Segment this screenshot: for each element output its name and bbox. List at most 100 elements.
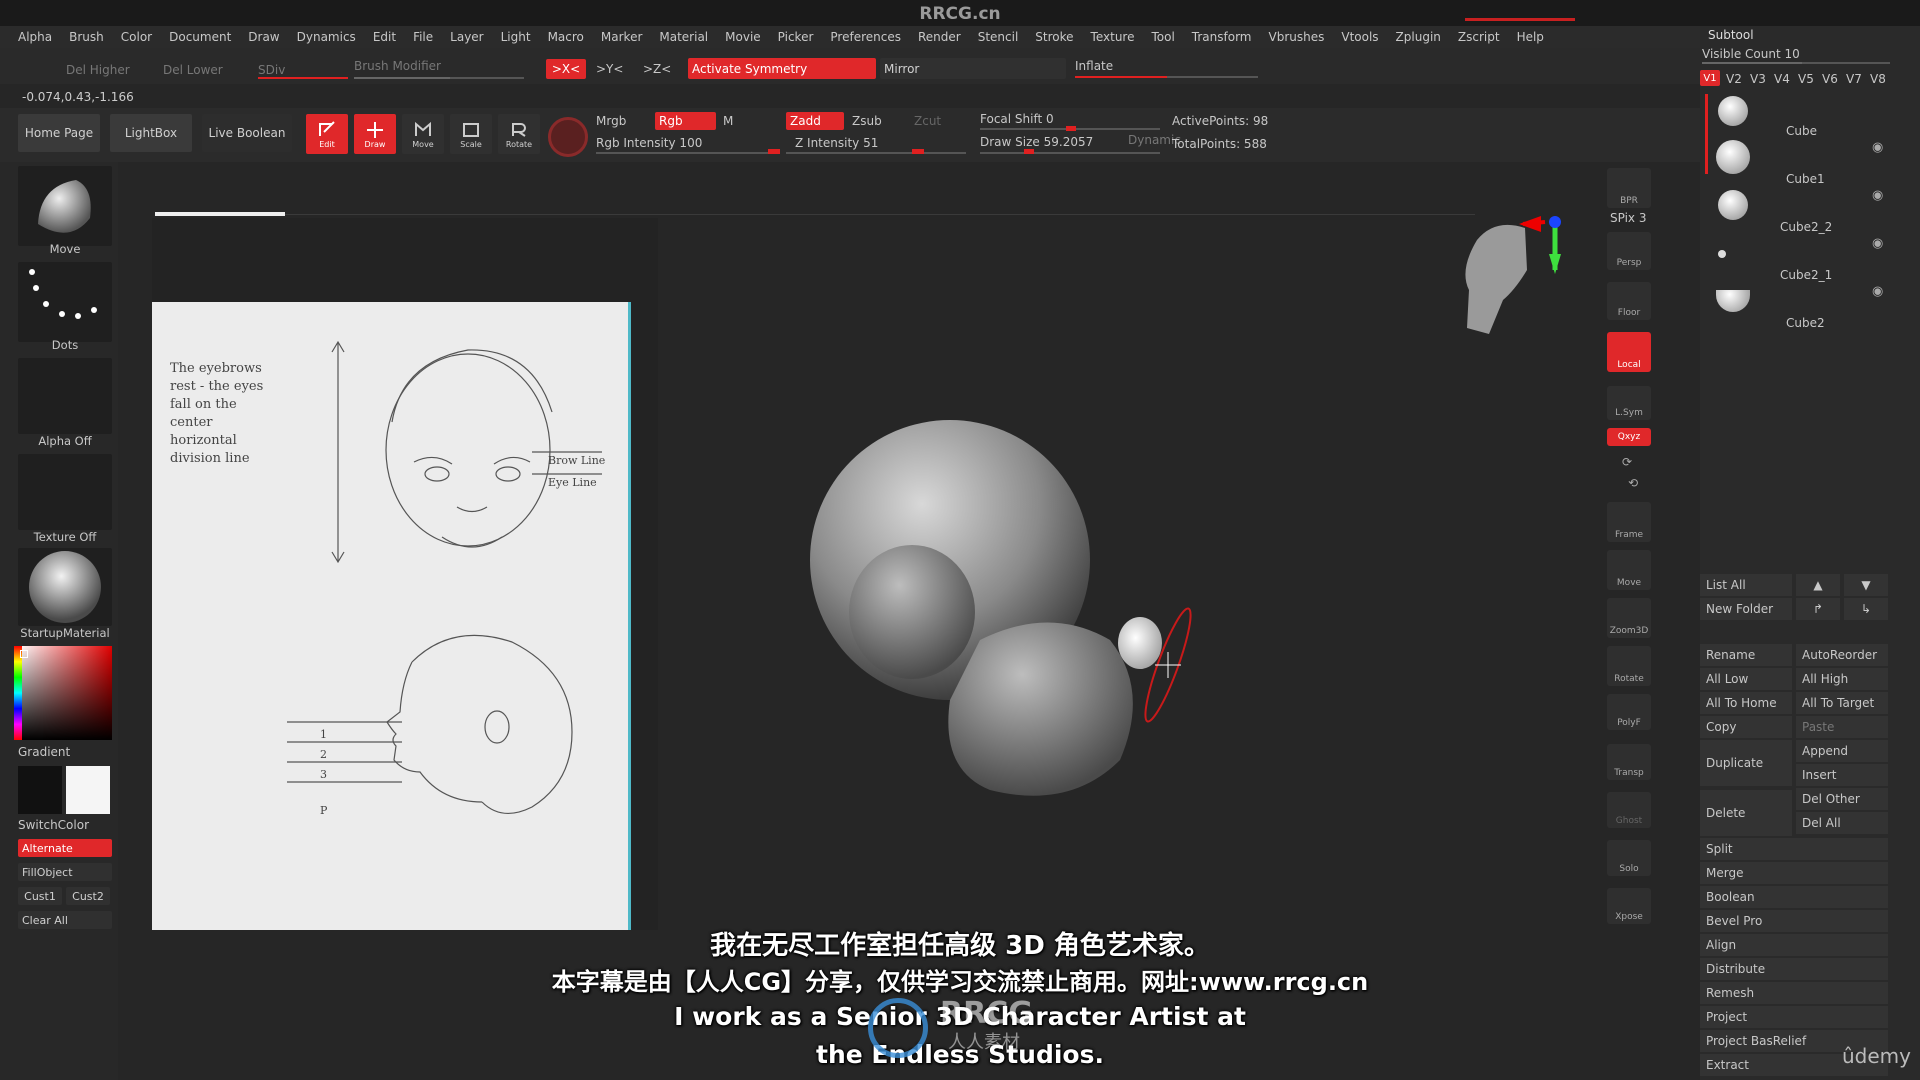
subtool-header[interactable]: Subtool	[1708, 28, 1754, 42]
zadd-button[interactable]: Zadd	[786, 112, 844, 130]
menu-preferences[interactable]: Preferences	[830, 30, 901, 44]
visible-count-slider[interactable]: Visible Count 10	[1702, 47, 1800, 61]
del-lower-button[interactable]: Del Lower	[163, 63, 223, 77]
edit-mode-button[interactable]: Edit	[306, 114, 348, 154]
focal-shift-handle[interactable]	[1066, 126, 1076, 131]
arrow-up-icon[interactable]: ▲	[1796, 574, 1840, 596]
inflate-track[interactable]	[1075, 76, 1258, 78]
brush-thumbnail[interactable]	[18, 166, 112, 246]
menu-texture[interactable]: Texture	[1091, 30, 1135, 44]
visibility-eye-icon[interactable]: ◉	[1872, 284, 1883, 299]
draw-size-track[interactable]	[980, 152, 1160, 154]
inflate-slider[interactable]: Inflate	[1075, 59, 1113, 73]
menu-file[interactable]: File	[413, 30, 433, 44]
draw-mode-button[interactable]: Draw	[354, 114, 396, 154]
stroke-thumbnail[interactable]	[18, 262, 112, 342]
menu-material[interactable]: Material	[659, 30, 708, 44]
polyf-button[interactable]: PolyF	[1607, 694, 1651, 730]
menu-edit[interactable]: Edit	[373, 30, 396, 44]
texture-thumbnail[interactable]	[18, 454, 112, 530]
subtool-thumb-cube2-1[interactable]	[1718, 250, 1726, 258]
secondary-color-swatch[interactable]	[66, 766, 110, 814]
del-other-button[interactable]: Del Other	[1796, 788, 1888, 810]
alpha-thumbnail[interactable]	[18, 358, 112, 434]
switch-color-button[interactable]: SwitchColor	[18, 818, 89, 832]
del-higher-button[interactable]: Del Higher	[66, 63, 130, 77]
z-intensity-track[interactable]	[786, 152, 966, 154]
bpr-button[interactable]: BPR	[1607, 168, 1651, 208]
y-symmetry-button[interactable]: >Y<	[596, 62, 623, 76]
local-button[interactable]: Local	[1607, 332, 1651, 372]
xpose-button[interactable]: Xpose	[1607, 888, 1651, 924]
floor-button[interactable]: Floor	[1607, 282, 1651, 320]
all-low-button[interactable]: All Low	[1700, 668, 1792, 690]
color-picker-swatch[interactable]	[548, 117, 588, 157]
menu-movie[interactable]: Movie	[725, 30, 761, 44]
menu-layer[interactable]: Layer	[450, 30, 483, 44]
version-v4[interactable]: V4	[1774, 72, 1790, 86]
append-button[interactable]: Append	[1796, 740, 1888, 762]
rotate-z-icon[interactable]: ⟲	[1628, 476, 1638, 490]
arrow-down-icon[interactable]: ▼	[1844, 574, 1888, 596]
xyz-button[interactable]: Qxyz	[1607, 428, 1651, 446]
merge-button[interactable]: Merge	[1700, 862, 1888, 884]
z-intensity-slider[interactable]: Z Intensity 51	[795, 136, 878, 150]
transp-button[interactable]: Transp	[1607, 744, 1651, 780]
menu-color[interactable]: Color	[121, 30, 152, 44]
home-page-button[interactable]: Home Page	[18, 114, 100, 152]
draw-size-handle[interactable]	[1024, 149, 1034, 154]
menu-marker[interactable]: Marker	[601, 30, 642, 44]
sculpt-model[interactable]	[740, 390, 1220, 830]
visibility-eye-icon[interactable]: ◉	[1872, 236, 1883, 251]
split-button[interactable]: Split	[1700, 838, 1888, 860]
zsub-button[interactable]: Zsub	[852, 114, 882, 128]
persp-button[interactable]: Persp	[1607, 232, 1651, 270]
menu-document[interactable]: Document	[169, 30, 231, 44]
menu-vbrushes[interactable]: Vbrushes	[1269, 30, 1325, 44]
subtool-thumb-cube[interactable]	[1718, 96, 1748, 126]
visible-count-track[interactable]	[1702, 62, 1890, 64]
list-all-button[interactable]: List All	[1700, 574, 1792, 596]
rgb-button[interactable]: Rgb	[655, 112, 716, 130]
solo-button[interactable]: Solo	[1607, 840, 1651, 876]
menu-transform[interactable]: Transform	[1192, 30, 1252, 44]
mirror-button[interactable]: Mirror	[880, 58, 1066, 79]
frame-button[interactable]: Frame	[1607, 502, 1651, 542]
menu-picker[interactable]: Picker	[778, 30, 814, 44]
subtool-thumb-cube2-2[interactable]	[1718, 190, 1748, 220]
rotate-y-icon[interactable]: ⟳	[1622, 455, 1632, 469]
brush-modifier-slider[interactable]: Brush Modifier	[354, 59, 441, 73]
focal-shift-slider[interactable]: Focal Shift 0	[980, 112, 1054, 126]
all-to-home-button[interactable]: All To Home	[1700, 692, 1792, 714]
move-view-button[interactable]: Move	[1607, 550, 1651, 590]
color-picker[interactable]	[18, 646, 112, 740]
boolean-button[interactable]: Boolean	[1700, 886, 1888, 908]
duplicate-button[interactable]: Duplicate	[1700, 740, 1792, 786]
sdiv-track[interactable]	[258, 77, 348, 79]
move-mode-button[interactable]: Move	[402, 114, 444, 154]
paste-button[interactable]: Paste	[1796, 716, 1888, 738]
all-to-target-button[interactable]: All To Target	[1796, 692, 1888, 714]
all-high-button[interactable]: All High	[1796, 668, 1888, 690]
activate-symmetry-button[interactable]: Activate Symmetry	[688, 58, 876, 79]
rgb-intensity-track[interactable]	[596, 152, 780, 154]
menu-stroke[interactable]: Stroke	[1035, 30, 1073, 44]
menu-alpha[interactable]: Alpha	[18, 30, 52, 44]
visibility-eye-icon[interactable]: ◉	[1872, 140, 1883, 155]
version-v3[interactable]: V3	[1750, 72, 1766, 86]
menu-help[interactable]: Help	[1517, 30, 1544, 44]
brush-modifier-track[interactable]	[354, 77, 524, 79]
cust2-button[interactable]: Cust2	[66, 887, 110, 905]
alternate-button[interactable]: Alternate	[18, 839, 112, 857]
subtool-item-cube2[interactable]: Cube2	[1786, 316, 1825, 330]
menu-vtools[interactable]: Vtools	[1341, 30, 1378, 44]
subtool-item-cube2-1[interactable]: Cube2_1	[1780, 268, 1832, 282]
main-color-swatch[interactable]	[18, 766, 62, 814]
subtool-item-cube1[interactable]: Cube1	[1786, 172, 1825, 186]
sdiv-slider[interactable]: SDiv	[258, 63, 285, 77]
menu-draw[interactable]: Draw	[248, 30, 279, 44]
menu-render[interactable]: Render	[918, 30, 961, 44]
version-v7[interactable]: V7	[1846, 72, 1862, 86]
m-button[interactable]: M	[723, 114, 733, 128]
visibility-eye-icon[interactable]: ◉	[1872, 188, 1883, 203]
